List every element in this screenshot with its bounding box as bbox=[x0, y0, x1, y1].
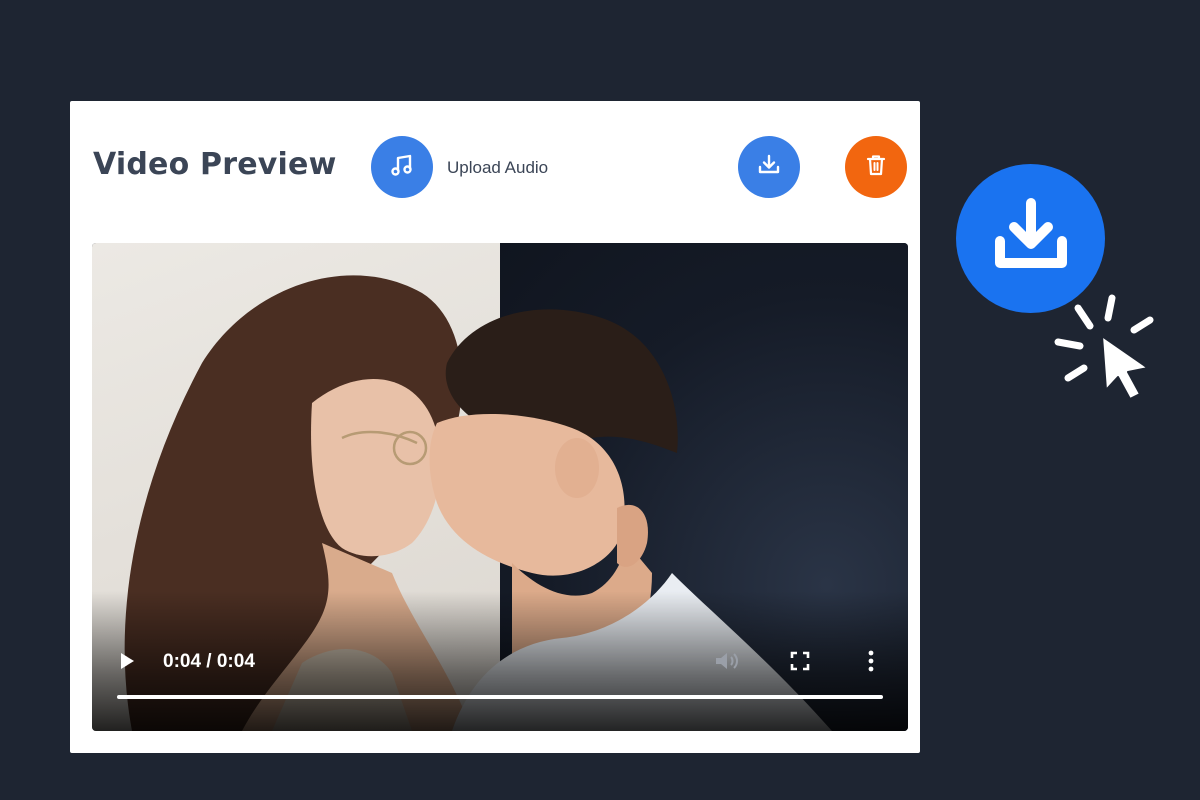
upload-audio-button[interactable] bbox=[371, 136, 433, 198]
mouse-pointer-icon bbox=[1050, 294, 1160, 414]
more-vertical-icon bbox=[868, 650, 874, 677]
progress-bar[interactable] bbox=[117, 695, 883, 699]
play-button[interactable] bbox=[114, 649, 140, 677]
fullscreen-icon bbox=[789, 650, 811, 677]
click-cursor bbox=[1050, 290, 1160, 410]
mute-button[interactable] bbox=[712, 649, 742, 677]
music-note-icon bbox=[389, 152, 415, 183]
panel-title: Video Preview bbox=[93, 147, 337, 182]
delete-button[interactable] bbox=[845, 136, 907, 198]
play-icon bbox=[118, 651, 136, 676]
more-options-button[interactable] bbox=[860, 649, 882, 677]
trash-icon bbox=[864, 152, 888, 183]
video-player[interactable]: 0:04 / 0:04 bbox=[92, 243, 908, 731]
video-controls: 0:04 / 0:04 bbox=[92, 643, 908, 683]
upload-audio-label[interactable]: Upload Audio bbox=[447, 158, 548, 178]
fullscreen-button[interactable] bbox=[786, 649, 814, 677]
download-icon bbox=[756, 152, 782, 183]
page-background: { "panel": { "title": "Video Preview", "… bbox=[0, 0, 1200, 800]
video-preview-panel: Video Preview Upload Audio 0:04 / 0:04 bbox=[70, 101, 920, 753]
time-display: 0:04 / 0:04 bbox=[163, 651, 255, 672]
volume-icon bbox=[713, 649, 741, 678]
download-button[interactable] bbox=[738, 136, 800, 198]
download-icon bbox=[986, 191, 1076, 286]
